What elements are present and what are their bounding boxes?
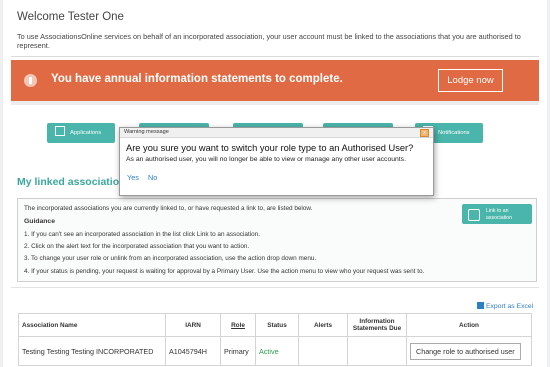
table-row: Testing Testing Testing INCORPORATED A10… xyxy=(18,336,532,366)
column-header: Action xyxy=(406,313,532,337)
guidance-box: The incorporated associations you are cu… xyxy=(17,198,537,282)
guidance-title: Guidance xyxy=(24,218,55,225)
section-title: My linked associations xyxy=(17,176,132,188)
alerts-cell xyxy=(298,336,348,366)
applications-icon xyxy=(55,126,65,136)
action-select[interactable]: Change role to authorised user xyxy=(410,342,521,360)
table-header-row: Association Name IARN Role Status Alerts… xyxy=(18,313,532,337)
association-name[interactable]: Testing Testing Testing INCORPORATED xyxy=(18,336,166,366)
column-header[interactable]: Status xyxy=(255,313,299,337)
intro-text: To use AssociationsOnline services on be… xyxy=(17,32,521,51)
action-cell: Change role to authorised user xyxy=(406,336,532,366)
page-title: Welcome Tester One xyxy=(17,11,124,23)
iarn-cell: A1045794H xyxy=(165,336,221,366)
link-icon xyxy=(468,209,480,221)
yes-button[interactable]: Yes xyxy=(127,173,139,182)
link-to-association-button[interactable]: Link to an association xyxy=(462,204,532,224)
column-header: Information Statements Due xyxy=(347,313,407,337)
guidance-intro: The incorporated associations you are cu… xyxy=(24,205,313,212)
dialog-title: Warning message xyxy=(120,128,433,138)
statements-due-cell xyxy=(347,336,407,366)
export-excel-link[interactable]: Export as Excel xyxy=(477,302,533,310)
associations-table: Association Name IARN Role Status Alerts… xyxy=(18,313,532,366)
column-header: Alerts xyxy=(298,313,348,337)
role-cell: Primary xyxy=(220,336,256,366)
guidance-step-4: 4. If your status is pending, your reque… xyxy=(24,268,425,275)
annual-statement-banner: You have annual information statements t… xyxy=(11,60,539,101)
applications-tile[interactable]: Applications xyxy=(47,123,115,143)
close-icon[interactable]: x xyxy=(420,129,429,137)
warning-dialog: Warning message x Are you sure you want … xyxy=(119,127,434,196)
excel-icon xyxy=(477,302,484,309)
status-badge: Active xyxy=(255,336,299,366)
dialog-detail: As an authorised user, you will no longe… xyxy=(126,156,406,163)
banner-message: You have annual information statements t… xyxy=(51,73,343,85)
page: Welcome Tester One To use AssociationsOn… xyxy=(3,0,547,367)
divider xyxy=(11,287,539,288)
lodge-now-button[interactable]: Lodge now xyxy=(438,69,503,92)
dialog-question: Are you sure you want to switch your rol… xyxy=(126,143,414,153)
column-header[interactable]: Association Name xyxy=(18,313,166,337)
alert-icon xyxy=(24,74,37,87)
column-header[interactable]: Role xyxy=(220,313,256,337)
column-header[interactable]: IARN xyxy=(165,313,221,337)
no-button[interactable]: No xyxy=(148,173,157,182)
guidance-step-2: 2. Click on the alert text for the incor… xyxy=(24,243,250,250)
divider xyxy=(11,56,539,57)
guidance-step-1: 1. If you can't see an incorporated asso… xyxy=(24,231,261,238)
guidance-step-3: 3. To change your user role or unlink fr… xyxy=(24,255,317,262)
